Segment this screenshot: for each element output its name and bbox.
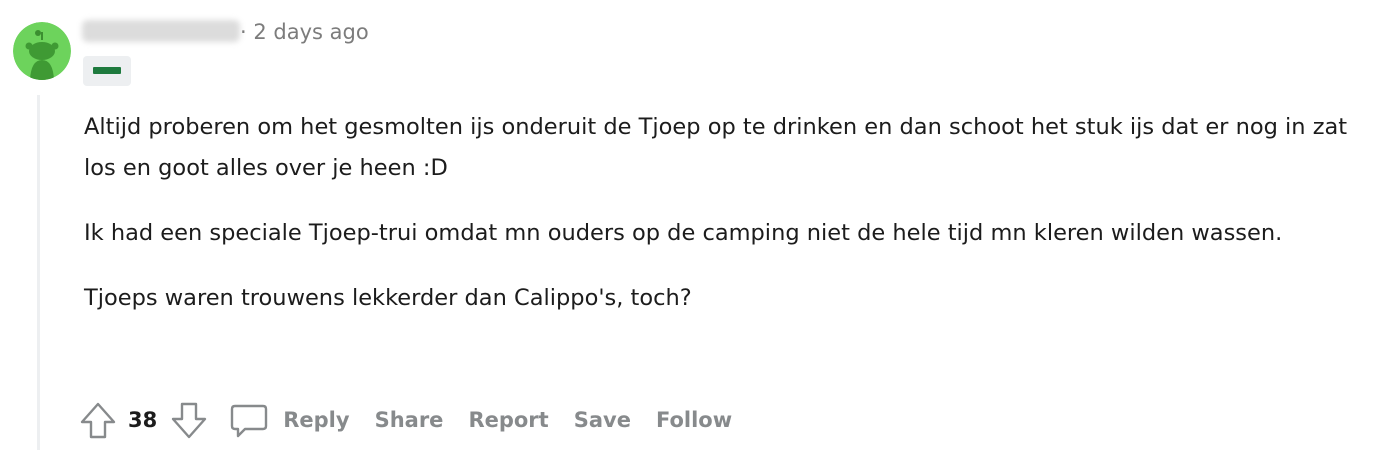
snoo-avatar-icon [13, 22, 71, 80]
follow-button[interactable]: Follow [656, 408, 732, 432]
save-button[interactable]: Save [574, 408, 631, 432]
arrow-up-icon [80, 402, 116, 439]
user-flair [83, 56, 131, 86]
comment-actions: 38 Reply Share Report Save Follow [78, 398, 757, 442]
comment-paragraph-2: Ik had een speciale Tjoep-trui omdat mn … [84, 220, 1283, 246]
reply-button[interactable]: Reply [229, 400, 350, 440]
upvote-button[interactable] [78, 400, 118, 440]
comment-paragraph-1: Altijd proberen om het gesmolten ijs ond… [84, 114, 1348, 181]
comment-body: Altijd proberen om het gesmolten ijs ond… [84, 107, 1374, 343]
timestamp: · 2 days ago [240, 20, 369, 44]
comment: · 2 days ago Altijd proberen om het gesm… [0, 0, 1384, 450]
share-button[interactable]: Share [375, 408, 444, 432]
arrow-down-icon [172, 402, 207, 439]
downvote-button[interactable] [169, 400, 209, 440]
flair-bar [93, 67, 121, 74]
report-button[interactable]: Report [468, 408, 548, 432]
username-blurred[interactable] [82, 20, 240, 42]
reply-label: Reply [283, 408, 350, 432]
thread-line[interactable] [37, 95, 40, 450]
speech-bubble-icon [231, 404, 268, 438]
comment-paragraph-3: Tjoeps waren trouwens lekkerder dan Cali… [84, 285, 692, 311]
user-avatar[interactable] [13, 22, 71, 80]
vote-score: 38 [128, 408, 158, 432]
